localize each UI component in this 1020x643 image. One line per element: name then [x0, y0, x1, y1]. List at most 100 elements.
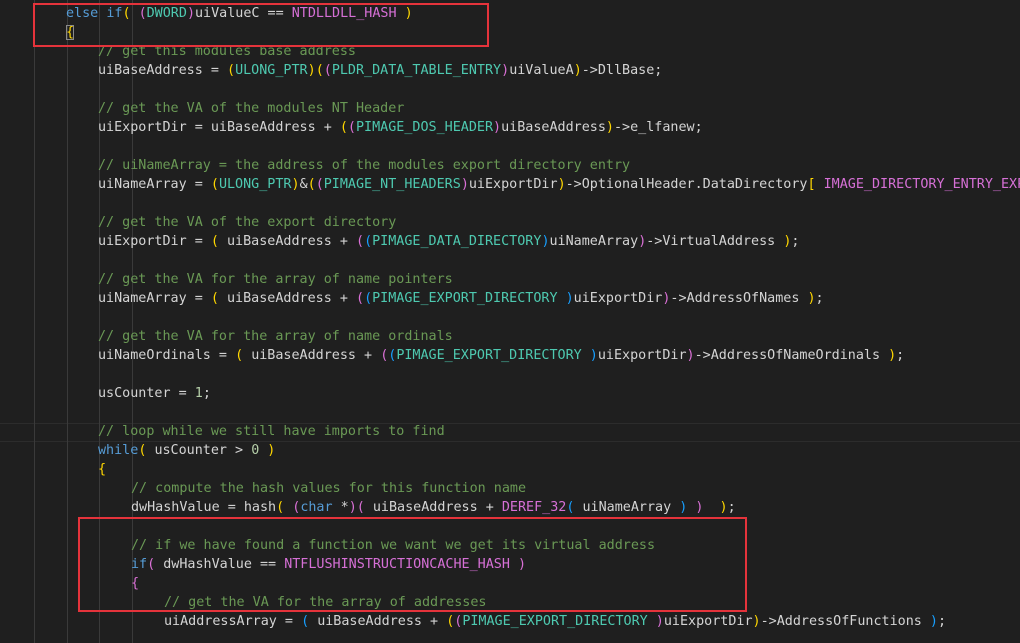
- code-line[interactable]: uiAddressArray = ( uiBaseAddress + ((PIM…: [0, 612, 1020, 631]
- code-token: PLDR_DATA_TABLE_ENTRY: [331, 63, 502, 78]
- code-token: DWORD: [146, 6, 187, 21]
- code-line[interactable]: [0, 251, 1020, 270]
- code-line[interactable]: dwHashValue = hash( (char *)( uiBaseAddr…: [0, 498, 1020, 517]
- code-line[interactable]: uiExportDir = ( uiBaseAddress + ((PIMAGE…: [0, 232, 1020, 251]
- code-token: (: [227, 63, 236, 78]
- code-token: // get the VA of the modules NT Header: [98, 101, 405, 116]
- code-line[interactable]: [0, 403, 1020, 422]
- code-token: uiExportDir: [468, 177, 558, 192]
- code-line[interactable]: // get the VA for the array of name poin…: [0, 270, 1020, 289]
- code-line[interactable]: if( dwHashValue == NTFLUSHINSTRUCTIONCAC…: [0, 555, 1020, 574]
- code-token: PIMAGE_DATA_DIRECTORY: [372, 234, 542, 249]
- code-line[interactable]: // get the VA of the modules NT Header: [0, 99, 1020, 118]
- code-token: uiExportDir = uiBaseAddress +: [98, 120, 340, 135]
- code-token: PIMAGE_EXPORT_DIRECTORY: [396, 348, 590, 363]
- code-line[interactable]: uiNameOrdinals = ( uiBaseAddress + ((PIM…: [0, 346, 1020, 365]
- code-token: uiBaseAddress +: [227, 234, 356, 249]
- code-line[interactable]: {: [0, 460, 1020, 479]
- code-token: (: [356, 234, 365, 249]
- code-token: ): [541, 234, 550, 249]
- code-line[interactable]: // get the VA for the array of name ordi…: [0, 327, 1020, 346]
- code-token: {: [131, 576, 140, 591]
- code-token: (: [122, 6, 139, 21]
- code-token: (: [147, 557, 164, 572]
- code-line[interactable]: [0, 194, 1020, 213]
- code-token: ): [752, 614, 761, 629]
- code-token: // uiNameArray = the address of the modu…: [98, 158, 631, 173]
- code-token: (: [210, 177, 219, 192]
- code-token: ): [396, 6, 413, 21]
- code-token: [: [807, 177, 824, 192]
- code-token: (: [138, 6, 147, 21]
- code-line[interactable]: uiBaseAddress = (ULONG_PTR)((PLDR_DATA_T…: [0, 61, 1020, 80]
- code-token: (: [323, 63, 332, 78]
- code-token: (: [364, 234, 373, 249]
- code-token: ): [655, 614, 664, 629]
- code-token: ULONG_PTR: [218, 177, 292, 192]
- code-token: uiBaseAddress =: [98, 63, 227, 78]
- code-line[interactable]: usCounter = 1;: [0, 384, 1020, 403]
- code-token: ): [686, 348, 695, 363]
- code-token: uiValueA: [509, 63, 574, 78]
- code-token: (: [339, 120, 348, 135]
- code-token: ->AddressOfNameOrdinals: [694, 348, 889, 363]
- code-line[interactable]: uiNameArray = ( uiBaseAddress + ((PIMAGE…: [0, 289, 1020, 308]
- code-line[interactable]: // compute the hash values for this func…: [0, 479, 1020, 498]
- code-token: ): [259, 443, 276, 458]
- code-token: uiExportDir: [663, 614, 753, 629]
- code-token: ->DllBase;: [581, 63, 663, 78]
- code-token: uiExportDir: [573, 291, 663, 306]
- code-line[interactable]: uiNameArray = (ULONG_PTR)&((PIMAGE_NT_HE…: [0, 175, 1020, 194]
- code-token: ): [573, 63, 582, 78]
- code-token: ;: [937, 614, 947, 629]
- code-token: // get the VA for the array of name poin…: [98, 272, 453, 287]
- code-line[interactable]: // loop while we still have imports to f…: [0, 422, 1020, 441]
- code-token: (: [301, 614, 318, 629]
- code-token: *: [332, 500, 349, 515]
- code-line[interactable]: while( usCounter > 0 ): [0, 441, 1020, 460]
- code-token: ): [557, 177, 566, 192]
- code-token: ): [348, 500, 357, 515]
- code-token: uiNameArray =: [98, 177, 211, 192]
- code-token: // get the VA for the array of name ordi…: [98, 329, 453, 344]
- code-token: ): [888, 348, 897, 363]
- code-token: (: [210, 291, 227, 306]
- code-token: ->AddressOfFunctions: [760, 614, 930, 629]
- code-token: if: [131, 557, 148, 572]
- code-token: uiNameArray: [582, 500, 680, 515]
- code-token: ULONG_PTR: [235, 63, 308, 78]
- code-token: (: [315, 63, 324, 78]
- code-token: PIMAGE_EXPORT_DIRECTORY: [372, 291, 566, 306]
- code-token: DEREF_32: [501, 500, 567, 515]
- code-line[interactable]: [0, 308, 1020, 327]
- code-token: ;: [815, 291, 824, 306]
- code-token: uiExportDir =: [98, 234, 211, 249]
- code-token: ->VirtualAddress: [646, 234, 784, 249]
- code-token: dwHashValue = hash: [131, 500, 277, 515]
- code-token: ): [929, 614, 938, 629]
- code-line[interactable]: [0, 137, 1020, 156]
- code-token: NTFLUSHINSTRUCTIONCACHE_HASH: [284, 557, 510, 572]
- code-line[interactable]: {: [0, 574, 1020, 593]
- code-line[interactable]: [0, 365, 1020, 384]
- code-line[interactable]: // get this modules base address: [0, 42, 1020, 61]
- code-editor[interactable]: else if( (DWORD)uiValueC == NTDLLDLL_HAS…: [0, 0, 1020, 643]
- code-line[interactable]: {: [0, 23, 1020, 42]
- code-line[interactable]: else if( (DWORD)uiValueC == NTDLLDLL_HAS…: [0, 4, 1020, 23]
- code-token: ->OptionalHeader.DataDirectory: [565, 177, 808, 192]
- code-token: &: [299, 177, 308, 192]
- code-token: (: [315, 177, 324, 192]
- code-line[interactable]: // uiNameArray = the address of the modu…: [0, 156, 1020, 175]
- code-line[interactable]: // get the VA for the array of addresses: [0, 593, 1020, 612]
- code-line[interactable]: // if we have found a function we want w…: [0, 536, 1020, 555]
- code-token: // if we have found a function we want w…: [131, 538, 656, 553]
- code-token: (: [364, 291, 373, 306]
- code-token: ): [565, 291, 574, 306]
- code-line[interactable]: [0, 517, 1020, 536]
- code-line[interactable]: // get the VA of the export directory: [0, 213, 1020, 232]
- code-token: // get the VA for the array of addresses: [164, 595, 487, 610]
- code-line[interactable]: [0, 80, 1020, 99]
- code-token: uiValueC ==: [195, 6, 292, 21]
- code-line[interactable]: uiExportDir = uiBaseAddress + ((PIMAGE_D…: [0, 118, 1020, 137]
- code-token: ): [703, 500, 728, 515]
